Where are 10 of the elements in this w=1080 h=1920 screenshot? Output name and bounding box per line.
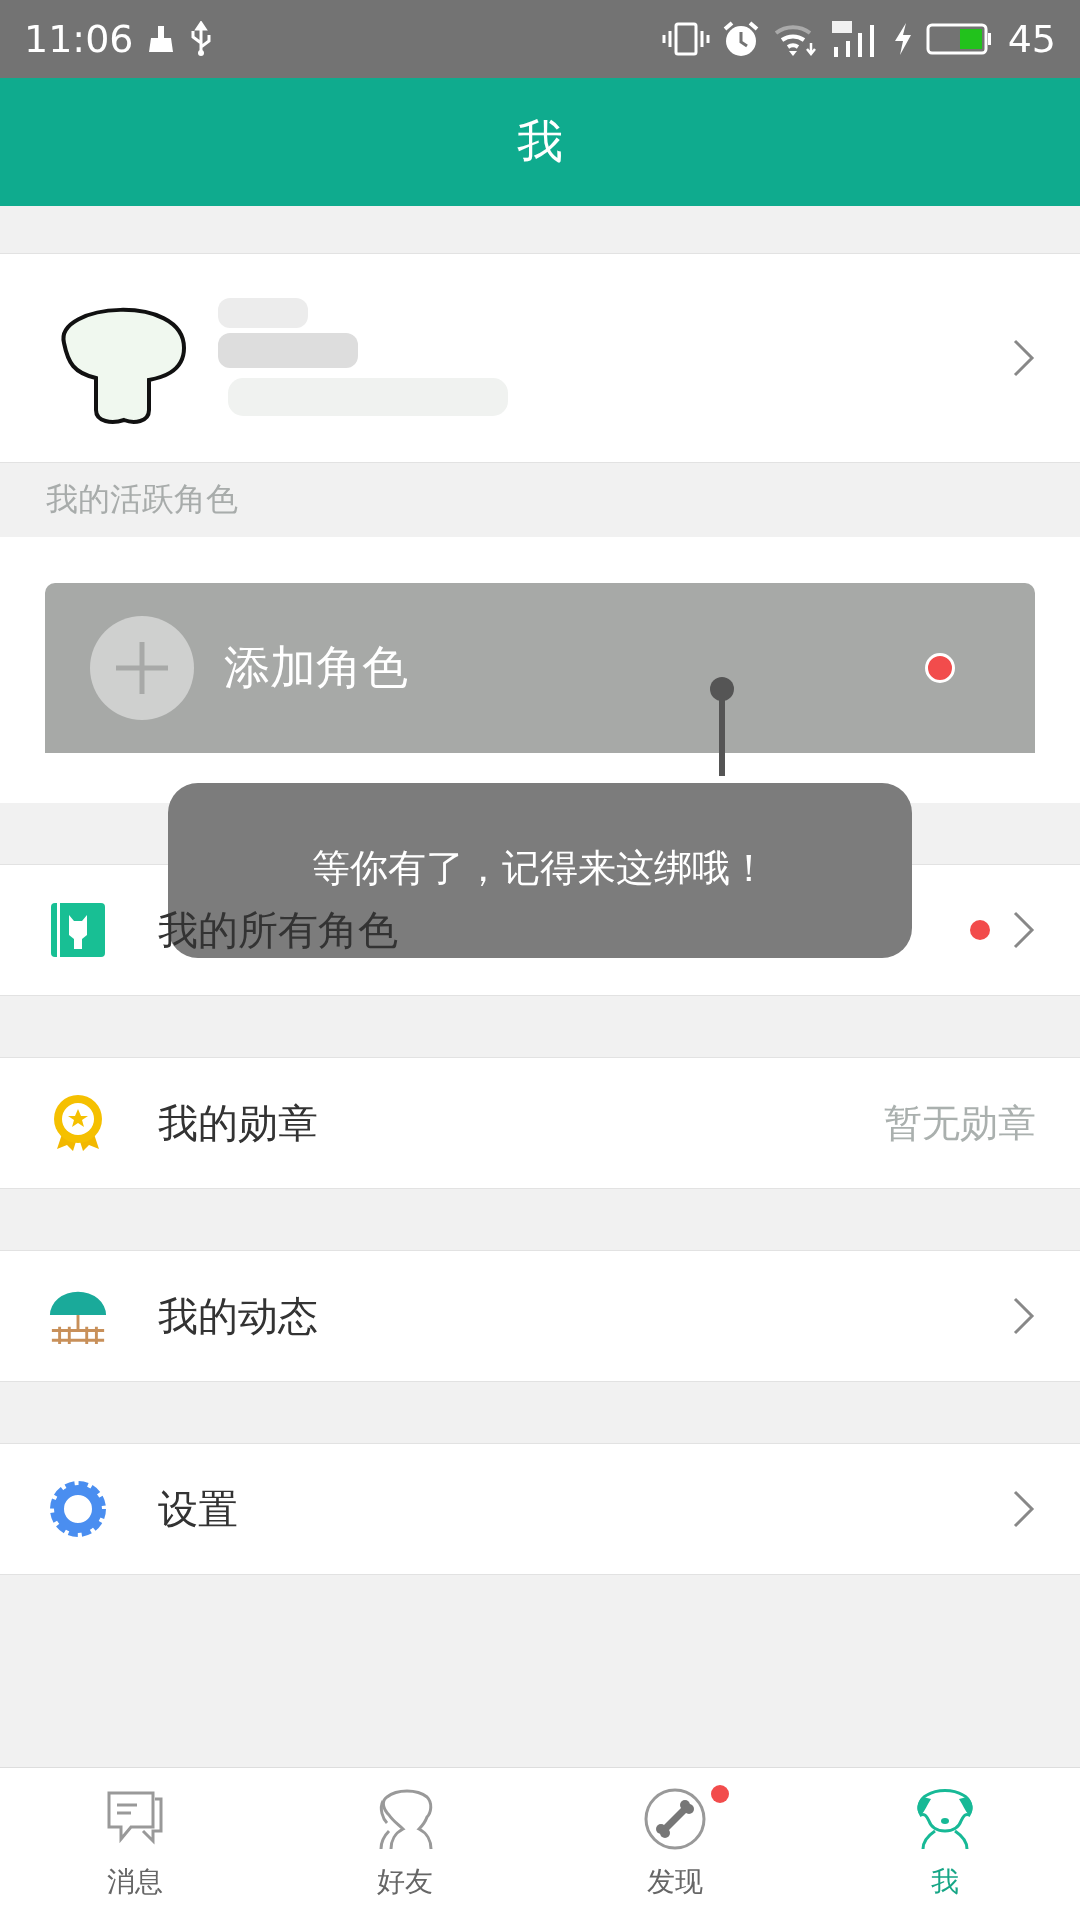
tooltip-text: 等你有了，记得来这绑哦！ (312, 845, 768, 891)
page-title: 我 (517, 113, 563, 170)
menu-item-label: 设置 (158, 1484, 238, 1534)
battery-level: 45 (1007, 17, 1056, 61)
menu-item-label: 我的勋章 (158, 1098, 318, 1148)
section-label: 我的活跃角色 (45, 479, 239, 520)
add-role-label: 添加角色 (224, 639, 408, 696)
status-time: 11:06 (24, 17, 134, 61)
menu-item-value: 暂无勋章 (884, 1099, 1036, 1147)
menu-item-label: 我的动态 (158, 1291, 318, 1341)
